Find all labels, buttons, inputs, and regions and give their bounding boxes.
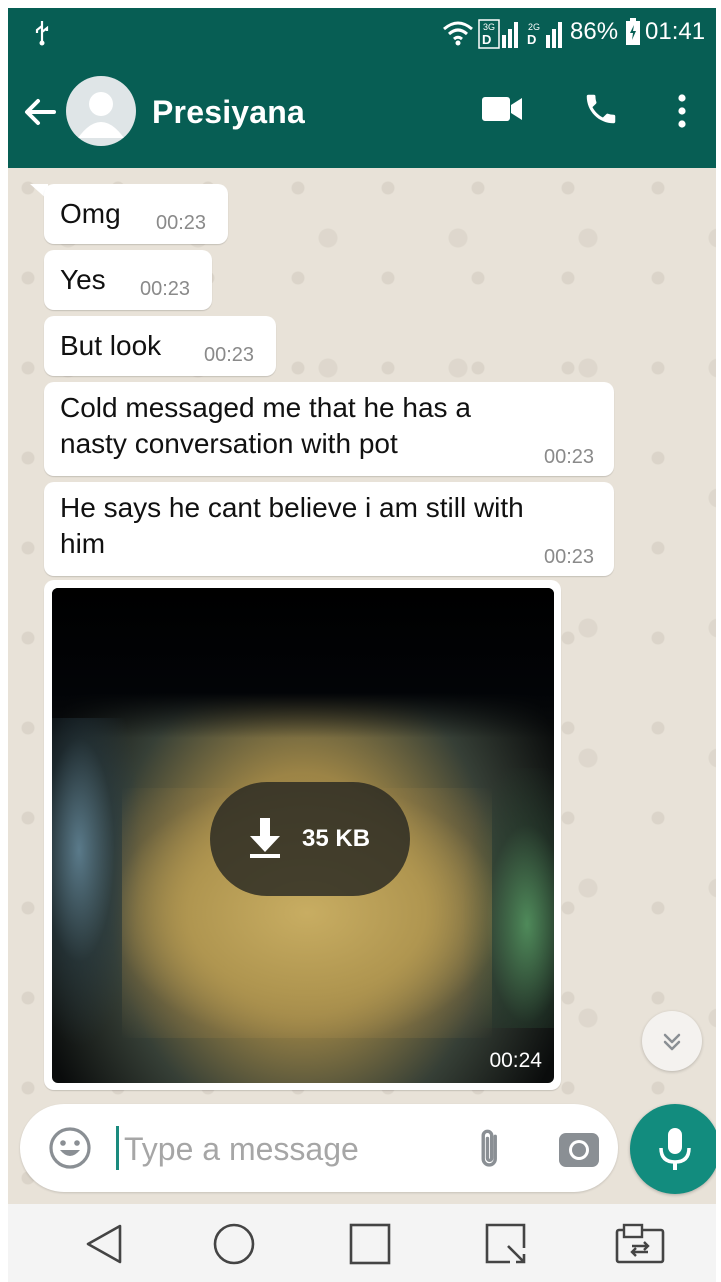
message-text-line: him bbox=[60, 528, 106, 559]
download-size: 35 KB bbox=[302, 825, 371, 852]
voice-record-button[interactable] bbox=[630, 1104, 716, 1194]
download-arrow-icon bbox=[250, 818, 280, 858]
contact-name[interactable]: Presiyana bbox=[152, 94, 305, 130]
status-clock: 01:41 bbox=[645, 18, 706, 45]
message-bubble[interactable]: Yes 00:23 bbox=[44, 250, 212, 310]
emoji-icon[interactable] bbox=[48, 1126, 92, 1170]
image-dark-region bbox=[52, 588, 554, 738]
status-bar: 3G D 2G D 86% 01:41 bbox=[8, 8, 716, 56]
message-text-line: He says he cant believe i am still with bbox=[60, 492, 524, 523]
sim1-data-label: D bbox=[482, 32, 492, 47]
message-time: 00:23 bbox=[204, 344, 255, 366]
media-time: 00:24 bbox=[489, 1049, 542, 1072]
usb-icon bbox=[35, 21, 49, 46]
double-chevron-down-icon bbox=[663, 1033, 681, 1051]
chat-header: Presiyana bbox=[8, 56, 716, 168]
text-cursor bbox=[116, 1126, 119, 1170]
sim2-data-label: D bbox=[527, 32, 537, 47]
message-bubble[interactable]: Cold messaged me that he has a nasty con… bbox=[44, 382, 614, 476]
back-arrow-icon[interactable] bbox=[20, 92, 60, 132]
message-bubble[interactable]: But look 00:23 bbox=[44, 316, 276, 376]
message-time: 00:23 bbox=[544, 546, 595, 568]
battery-percent: 86% bbox=[570, 18, 619, 45]
battery-icon bbox=[626, 18, 640, 45]
message-text-line: nasty conversation with pot bbox=[60, 428, 398, 459]
message-text-line: Cold messaged me that he has a bbox=[60, 392, 471, 423]
screenshot-icon[interactable] bbox=[484, 1222, 528, 1266]
message-text: But look bbox=[60, 330, 162, 361]
home-circle-icon[interactable] bbox=[212, 1222, 256, 1266]
message-time: 00:23 bbox=[544, 446, 595, 468]
message-input[interactable] bbox=[122, 1124, 446, 1174]
message-time: 00:23 bbox=[156, 212, 207, 234]
avatar-placeholder-icon bbox=[78, 92, 124, 138]
message-time: 00:23 bbox=[140, 278, 191, 300]
message-text: Yes bbox=[60, 264, 106, 295]
recents-square-icon[interactable] bbox=[348, 1222, 392, 1266]
message-bubble[interactable]: He says he cant believe i am still with … bbox=[44, 482, 614, 576]
message-text: Omg bbox=[60, 198, 121, 229]
wifi-icon bbox=[443, 21, 473, 46]
sim2-network-label: 2G bbox=[528, 22, 541, 32]
chat-area[interactable]: Omg 00:23 Yes 00:23 But look 00:23 Cold … bbox=[8, 168, 716, 1202]
sim1-network-label: 3G bbox=[483, 22, 496, 32]
video-camera-icon[interactable] bbox=[482, 94, 524, 124]
microphone-icon bbox=[659, 1128, 691, 1170]
download-button[interactable]: 35 KB bbox=[210, 782, 410, 896]
image-message-bubble[interactable]: 35 KB 00:24 bbox=[44, 580, 561, 1090]
phone-screen: 3G D 2G D 86% 01:41 Presiyana Omg 00:23 … bbox=[8, 8, 716, 1282]
system-navigation-bar bbox=[8, 1204, 716, 1282]
blurred-image-preview[interactable]: 35 KB 00:24 bbox=[52, 588, 554, 1083]
avatar[interactable] bbox=[66, 76, 136, 146]
scroll-to-bottom-button[interactable] bbox=[642, 1011, 702, 1071]
switch-windows-icon[interactable] bbox=[614, 1222, 666, 1266]
paperclip-icon[interactable] bbox=[468, 1126, 514, 1172]
camera-icon[interactable] bbox=[558, 1130, 600, 1168]
phone-icon[interactable] bbox=[582, 90, 620, 128]
message-composer bbox=[20, 1104, 618, 1192]
more-vertical-icon[interactable] bbox=[676, 94, 688, 128]
message-bubble[interactable]: Omg 00:23 bbox=[44, 184, 228, 244]
back-triangle-icon[interactable] bbox=[84, 1222, 124, 1266]
